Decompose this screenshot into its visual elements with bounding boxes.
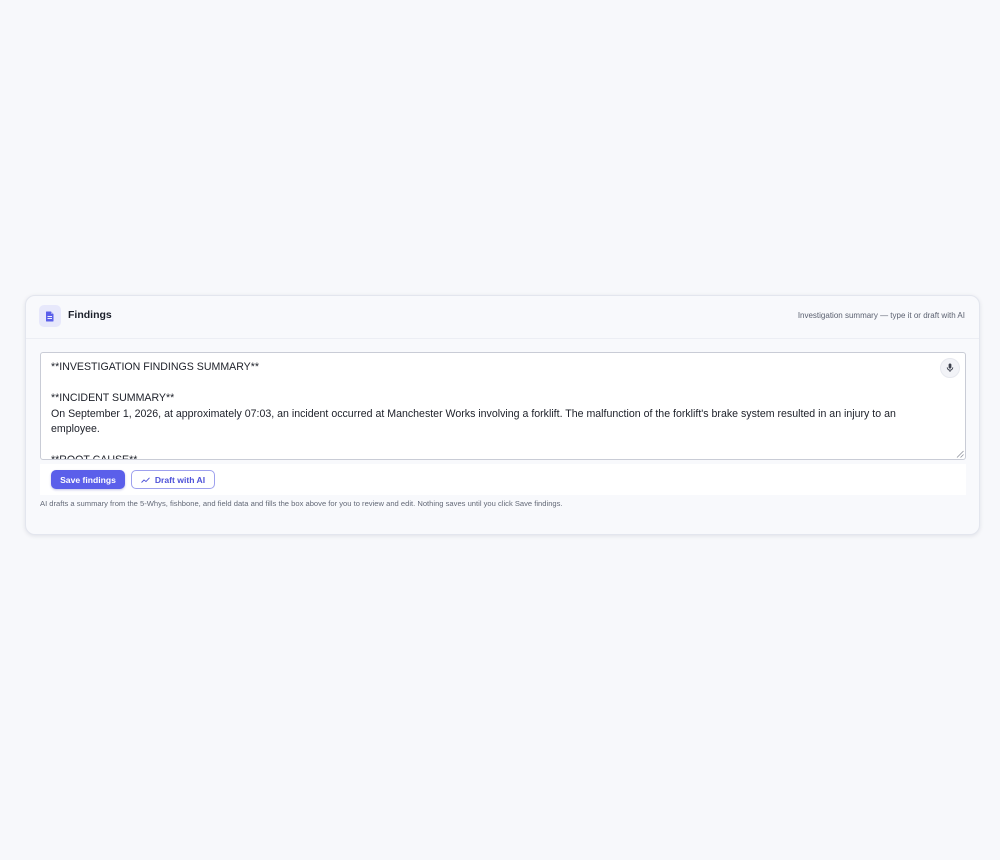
microphone-icon	[946, 363, 954, 372]
card-title: Findings	[68, 309, 112, 321]
action-bar: Save findings Draft with AI	[40, 464, 966, 495]
findings-card: Findings Investigation summary — type it…	[25, 295, 980, 535]
card-subtitle: Investigation summary — type it or draft…	[797, 311, 965, 320]
findings-textarea[interactable]: **INVESTIGATION FINDINGS SUMMARY** **INC…	[40, 352, 966, 460]
draft-with-ai-button[interactable]: Draft with AI	[131, 470, 215, 489]
save-findings-button[interactable]: Save findings	[51, 470, 125, 489]
microphone-button[interactable]	[940, 358, 960, 378]
document-icon	[39, 305, 61, 327]
findings-header: Findings Investigation summary — type it…	[26, 296, 979, 339]
resize-handle-icon[interactable]	[956, 450, 964, 458]
draft-with-ai-label: Draft with AI	[154, 474, 206, 485]
help-text: AI drafts a summary from the 5-Whys, fis…	[40, 499, 563, 508]
findings-text-value[interactable]: **INVESTIGATION FINDINGS SUMMARY** **INC…	[51, 360, 915, 459]
trend-line-icon	[141, 476, 150, 483]
